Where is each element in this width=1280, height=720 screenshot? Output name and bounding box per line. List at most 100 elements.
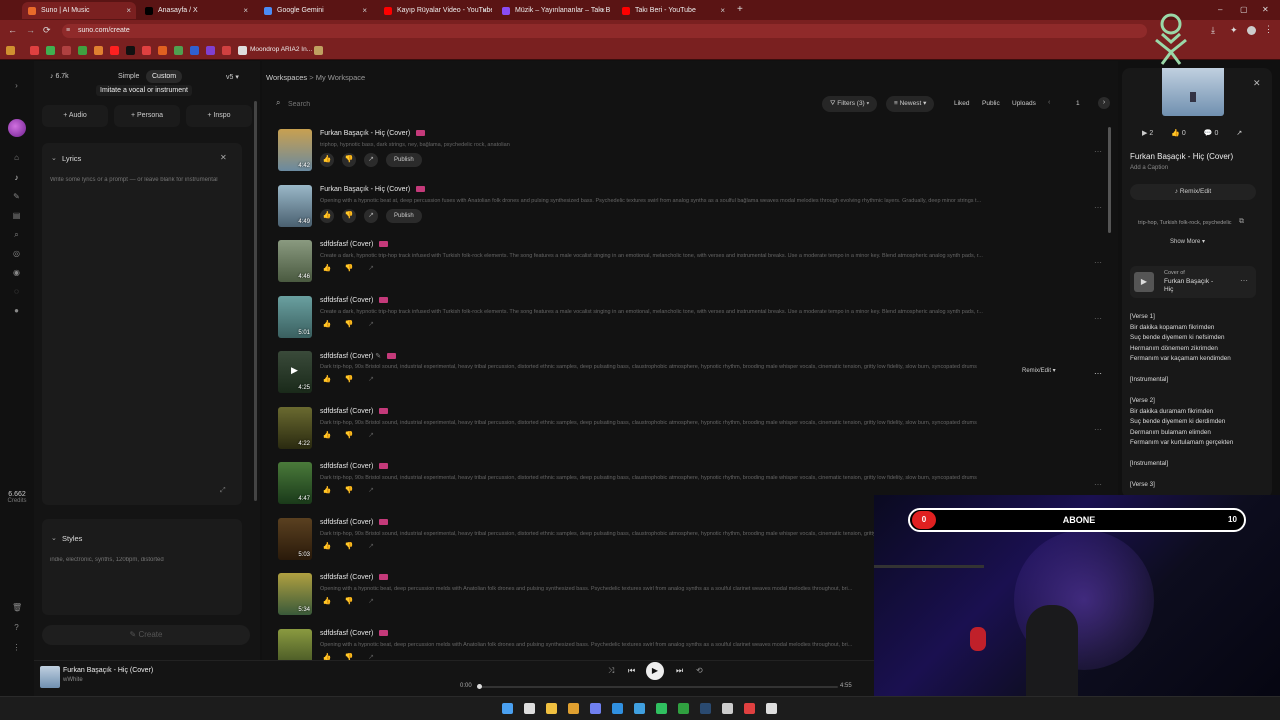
magic-wand-icon[interactable]: ✕ [220,153,227,162]
url-field[interactable]: ≡ suno.com/create [62,24,1147,38]
share-icon[interactable]: ↗ [364,486,378,494]
bookmark-icon[interactable] [78,46,87,55]
obs-icon[interactable] [744,703,755,714]
public-filter[interactable]: Public [982,100,1000,107]
lyrics-input[interactable] [50,177,220,207]
like-icon[interactable]: 👍 [320,320,334,328]
song-cover-art[interactable]: 5:03 [278,517,312,560]
notifications-icon[interactable]: ◉ [12,268,21,277]
next-page-icon[interactable]: › [1098,97,1110,109]
song-cover-art[interactable]: ▶ 4:25 [278,351,312,393]
song-cover-art[interactable]: 4:46 [278,240,312,282]
song-remix-edit-button[interactable]: Remix/Edit ▾ [1016,363,1062,379]
x-bookmark-icon[interactable] [126,46,135,55]
song-more-icon[interactable]: ⋯ [1094,147,1102,156]
browser-menu-icon[interactable]: ⋮ [1264,24,1273,35]
share-icon[interactable]: ↗ [364,153,378,167]
browser-tab[interactable]: Anasayfa / X × [139,2,253,19]
xbox-icon[interactable] [678,703,689,714]
tab-close-icon[interactable]: × [243,6,248,15]
song-row[interactable]: 4:46 sdfdsfasf (Cover) Create a dark, hypn… [278,240,1108,292]
song-more-icon[interactable]: ⋯ [1094,425,1102,434]
remix-edit-button[interactable]: ♪ Remix/Edit [1130,184,1256,200]
browser-tab[interactable]: Müzik – Yayınlananlar – Takı Be × [496,2,610,19]
like-icon[interactable]: 👍 [320,153,334,167]
expand-icon[interactable]: ⤢ [220,487,226,495]
library-icon[interactable]: ▤ [12,211,21,220]
steam-icon[interactable] [700,703,711,714]
create-button[interactable]: ✎ Create [42,625,250,645]
player-cover-art[interactable] [40,666,60,688]
gmail-bookmark-icon[interactable] [30,46,39,55]
bookmark-icon[interactable] [190,46,199,55]
radio-icon[interactable]: ◌ [12,287,21,296]
song-cover-art[interactable]: 4:47 [278,462,312,504]
app-icon[interactable] [766,703,777,714]
progress-handle[interactable] [477,684,482,689]
share-icon[interactable]: ↗ [364,431,378,439]
forward-icon[interactable]: → [26,25,35,35]
apps-icon[interactable] [6,46,15,55]
suno-avatar[interactable] [8,119,26,137]
dislike-icon[interactable]: 👎 [342,597,356,605]
mode-custom-button[interactable]: Custom [146,70,183,83]
studio-icon[interactable]: ✎ [12,192,21,201]
tab-close-icon[interactable]: × [720,6,725,15]
bookmark-icon[interactable] [94,46,103,55]
filters-button[interactable]: ⛛ Filters (3) ▾ [822,96,878,112]
hooks-icon[interactable]: ◎ [12,249,21,258]
share-icon[interactable]: ↗ [364,320,378,328]
share-icon[interactable]: ↗ [364,542,378,550]
sort-select[interactable]: ≡ Newest ▾ [886,96,935,112]
progress-track[interactable] [478,686,838,688]
show-more-button[interactable]: Show More ▾ [1170,238,1205,245]
song-title[interactable]: sdfdsfasf (Cover) [320,241,373,248]
add-caption[interactable]: Add a Caption [1130,165,1168,171]
tab-close-icon[interactable]: × [482,6,487,15]
dislike-icon[interactable]: 👎 [342,264,356,272]
home-icon[interactable]: ⌂ [12,153,21,162]
dislike-icon[interactable]: 👎 [342,542,356,550]
add-audio-button[interactable]: + Audio [42,105,108,127]
chevron-down-icon[interactable]: ⌄ [51,154,57,162]
dislike-icon[interactable]: 👎 [342,431,356,439]
song-title[interactable]: sdfdsfasf (Cover) [320,297,373,304]
add-persona-button[interactable]: + Persona [114,105,180,127]
like-icon[interactable]: 👍 [320,208,334,223]
site-info-icon[interactable]: ≡ [66,24,70,38]
bookmark-icon[interactable] [222,46,231,55]
close-icon[interactable]: ✕ [1253,78,1261,89]
player-title[interactable]: Furkan Başaçık - Hiç (Cover) [63,667,153,674]
breadcrumb-root[interactable]: Workspaces [266,73,307,82]
new-tab-icon[interactable]: + [737,4,743,15]
song-cover-art[interactable]: 4:49 [278,184,312,227]
version-select[interactable]: v5 ▾ [226,73,239,81]
search-input[interactable] [288,97,788,111]
bookmark-icon[interactable] [46,46,55,55]
bookmark-icon[interactable] [62,46,71,55]
like-icon[interactable]: 👍 [320,375,334,383]
expand-sidebar-icon[interactable]: › [12,81,21,90]
uploads-filter[interactable]: Uploads [1012,100,1036,107]
telegram-icon[interactable] [634,703,645,714]
file-explorer-icon[interactable] [546,703,557,714]
song-row[interactable]: 4:22 sdfdsfasf (Cover) Dark trip-hop, 90s … [278,406,1108,459]
repeat-icon[interactable]: ⟲ [696,666,703,675]
next-icon[interactable]: ⏭ [676,666,683,676]
bookmark-icon[interactable] [206,46,215,55]
song-title[interactable]: Furkan Başaçık - Hiç (Cover) [320,130,410,137]
song-cover-art[interactable]: 5:34 [278,573,312,615]
like-icon[interactable]: 👍 [320,597,334,605]
cover-of-card[interactable]: ▶ Cover of Furkan Başaçık - Hiç ⋯ [1130,266,1256,298]
profile-icon[interactable] [1247,26,1256,35]
mode-simple-button[interactable]: Simple [118,73,139,80]
song-more-icon[interactable]: ⋯ [1094,369,1102,378]
bookmark-moondrop-label[interactable]: Moondrop ARIA2 In... [250,46,312,53]
share-icon[interactable]: ↗ [1236,129,1242,137]
prev-page-icon[interactable]: ‹ [1048,99,1050,106]
share-icon[interactable]: ↗ [364,264,378,272]
song-list-scrollbar[interactable] [1108,127,1111,233]
cover-of-more-icon[interactable]: ⋯ [1240,276,1248,285]
share-icon[interactable]: ↗ [364,375,378,383]
start-icon[interactable] [502,703,513,714]
